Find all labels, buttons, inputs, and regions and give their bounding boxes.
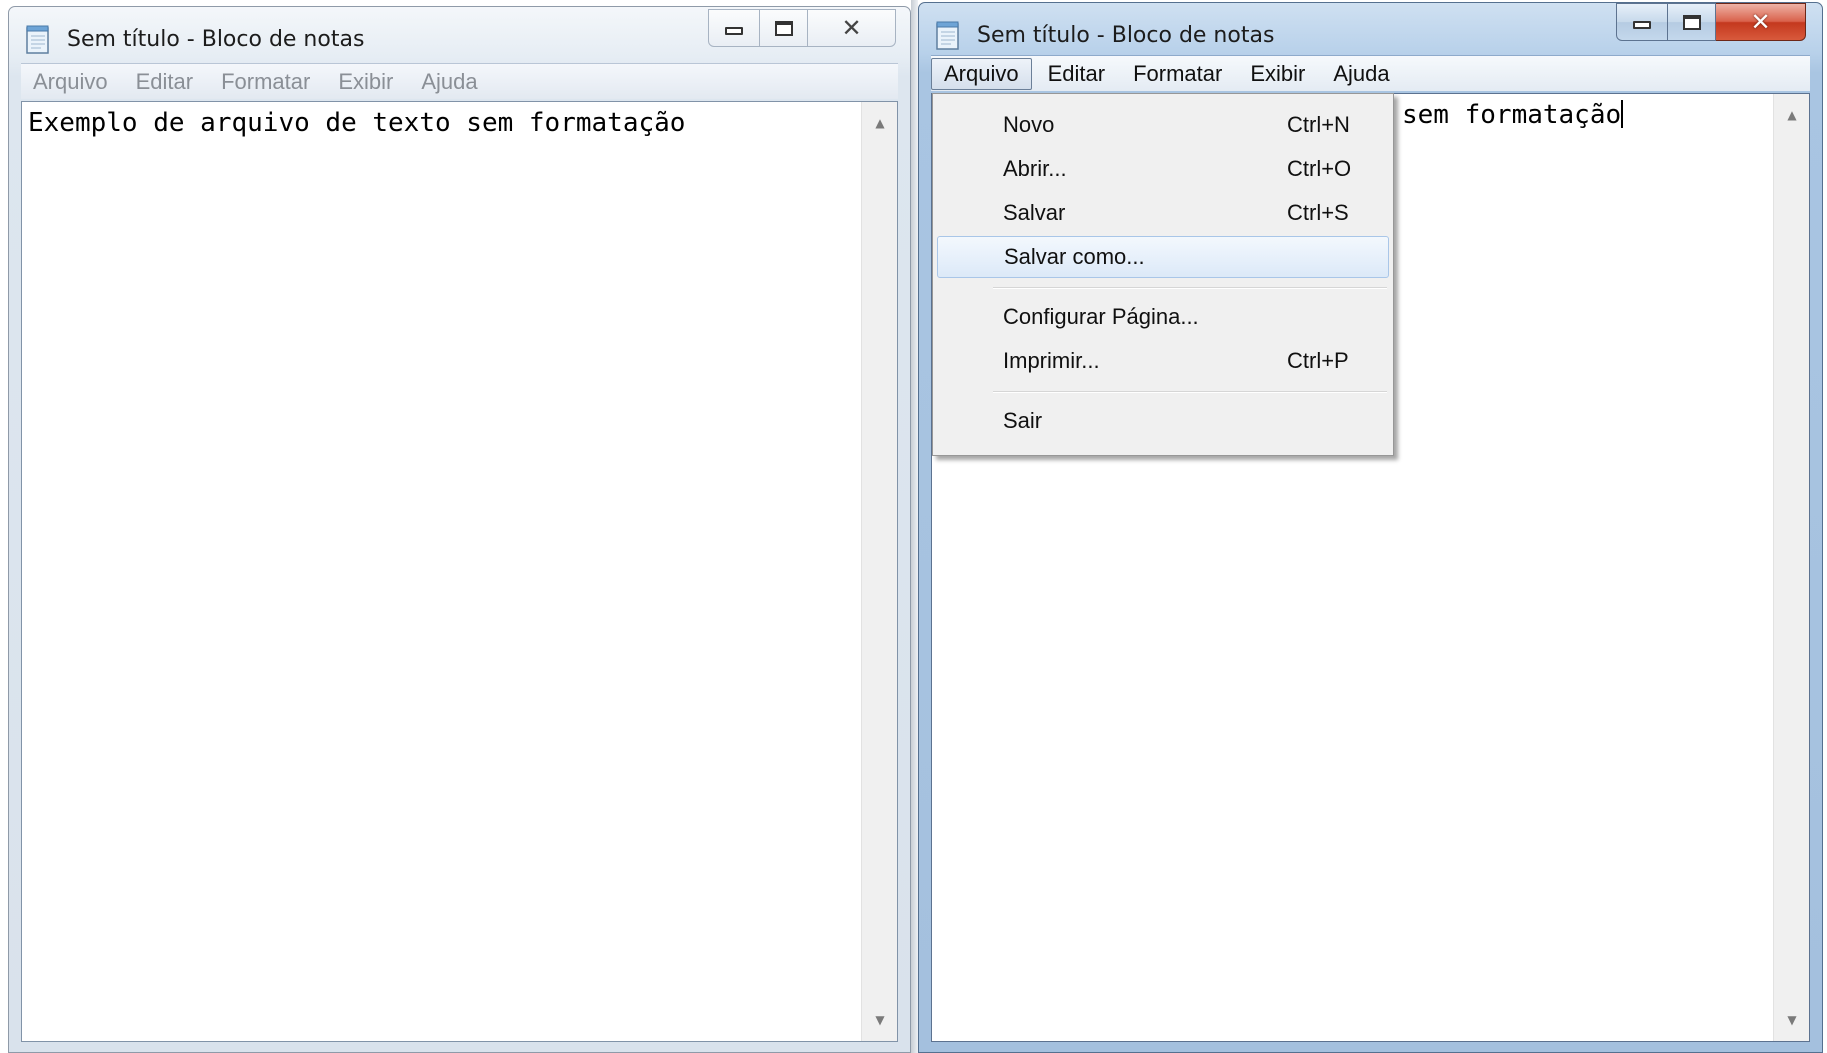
file-menu-dropdown: Novo Ctrl+N Abrir... Ctrl+O Salvar Ctrl+… <box>932 93 1394 456</box>
menu-formatar[interactable]: Formatar <box>1121 59 1234 89</box>
close-button[interactable]: ✕ <box>808 9 896 47</box>
minimize-icon <box>725 27 743 35</box>
menu-item-abrir[interactable]: Abrir... Ctrl+O <box>937 148 1389 190</box>
menu-item-label: Salvar <box>1003 200 1066 225</box>
caption-buttons: ✕ <box>1616 3 1806 41</box>
menu-formatar[interactable]: Formatar <box>209 67 322 97</box>
scroll-up-arrow-icon[interactable]: ▲ <box>1774 98 1810 132</box>
text-editor[interactable]: Exemplo de arquivo de texto sem formataç… <box>21 101 898 1042</box>
notepad-icon <box>26 25 49 54</box>
menu-item-shortcut: Ctrl+P <box>1287 348 1349 373</box>
menu-arquivo[interactable]: Arquivo <box>21 67 120 97</box>
editor-content: sem formatação <box>1402 100 1624 130</box>
vertical-scrollbar[interactable]: ▲ ▼ <box>861 102 897 1041</box>
minimize-icon <box>1633 21 1651 29</box>
close-button[interactable]: ✕ <box>1716 3 1806 41</box>
menu-item-label: Imprimir... <box>1003 348 1100 373</box>
vertical-scrollbar[interactable]: ▲ ▼ <box>1773 94 1809 1041</box>
window-title: Sem título - Bloco de notas <box>67 27 365 52</box>
menu-exibir[interactable]: Exibir <box>1238 59 1317 89</box>
menu-bar: Arquivo Editar Formatar Exibir Ajuda <box>21 63 898 99</box>
menu-ajuda[interactable]: Ajuda <box>409 67 489 97</box>
menu-item-label: Sair <box>1003 408 1043 433</box>
menu-item-label: Salvar como... <box>1004 244 1145 269</box>
menu-ajuda[interactable]: Ajuda <box>1321 59 1401 89</box>
scroll-down-arrow-icon[interactable]: ▼ <box>1774 1003 1810 1037</box>
menu-item-shortcut: Ctrl+N <box>1287 112 1350 137</box>
scroll-up-arrow-icon[interactable]: ▲ <box>862 106 898 140</box>
menu-item-label: Novo <box>1003 112 1055 137</box>
scroll-down-arrow-icon[interactable]: ▼ <box>862 1003 898 1037</box>
close-icon: ✕ <box>841 14 862 42</box>
window-gap <box>911 0 918 1053</box>
menu-item-sair[interactable]: Sair <box>937 400 1389 442</box>
menu-item-novo[interactable]: Novo Ctrl+N <box>937 104 1389 146</box>
menu-editar[interactable]: Editar <box>124 67 205 97</box>
close-icon: ✕ <box>1750 8 1771 36</box>
menu-item-shortcut: Ctrl+S <box>1287 200 1349 225</box>
menu-item-shortcut: Ctrl+O <box>1287 156 1352 181</box>
maximize-icon <box>1682 14 1701 30</box>
notepad-window-inactive: Sem título - Bloco de notas ✕ Arquivo Ed… <box>8 6 911 1053</box>
menu-exibir[interactable]: Exibir <box>326 67 405 97</box>
menu-item-label: Abrir... <box>1003 156 1067 181</box>
menu-separator <box>993 287 1387 289</box>
maximize-icon <box>774 20 793 36</box>
menu-item-label: Configurar Página... <box>1003 304 1199 329</box>
menu-editar[interactable]: Editar <box>1036 59 1117 89</box>
menu-arquivo[interactable]: Arquivo <box>931 57 1032 90</box>
text-caret <box>1621 100 1624 128</box>
maximize-button[interactable] <box>1668 3 1716 41</box>
menu-separator <box>993 391 1387 393</box>
editor-content: Exemplo de arquivo de texto sem formataç… <box>28 108 686 138</box>
minimize-button[interactable] <box>708 9 760 47</box>
menu-item-salvar[interactable]: Salvar Ctrl+S <box>937 192 1389 234</box>
caption-buttons: ✕ <box>708 9 896 47</box>
editor-visible-text: sem formatação <box>1402 100 1622 130</box>
notepad-icon <box>936 21 959 50</box>
maximize-button[interactable] <box>760 9 808 47</box>
title-bar[interactable]: Sem título - Bloco de notas ✕ <box>919 3 1822 61</box>
window-title: Sem título - Bloco de notas <box>977 23 1275 48</box>
minimize-button[interactable] <box>1616 3 1668 41</box>
menu-item-salvar-como[interactable]: Salvar como... <box>937 236 1389 278</box>
menu-bar: Arquivo Editar Formatar Exibir Ajuda <box>931 55 1810 91</box>
menu-item-imprimir[interactable]: Imprimir... Ctrl+P <box>937 340 1389 382</box>
title-bar[interactable]: Sem título - Bloco de notas ✕ <box>9 7 910 65</box>
menu-item-configurar-pagina[interactable]: Configurar Página... <box>937 296 1389 338</box>
